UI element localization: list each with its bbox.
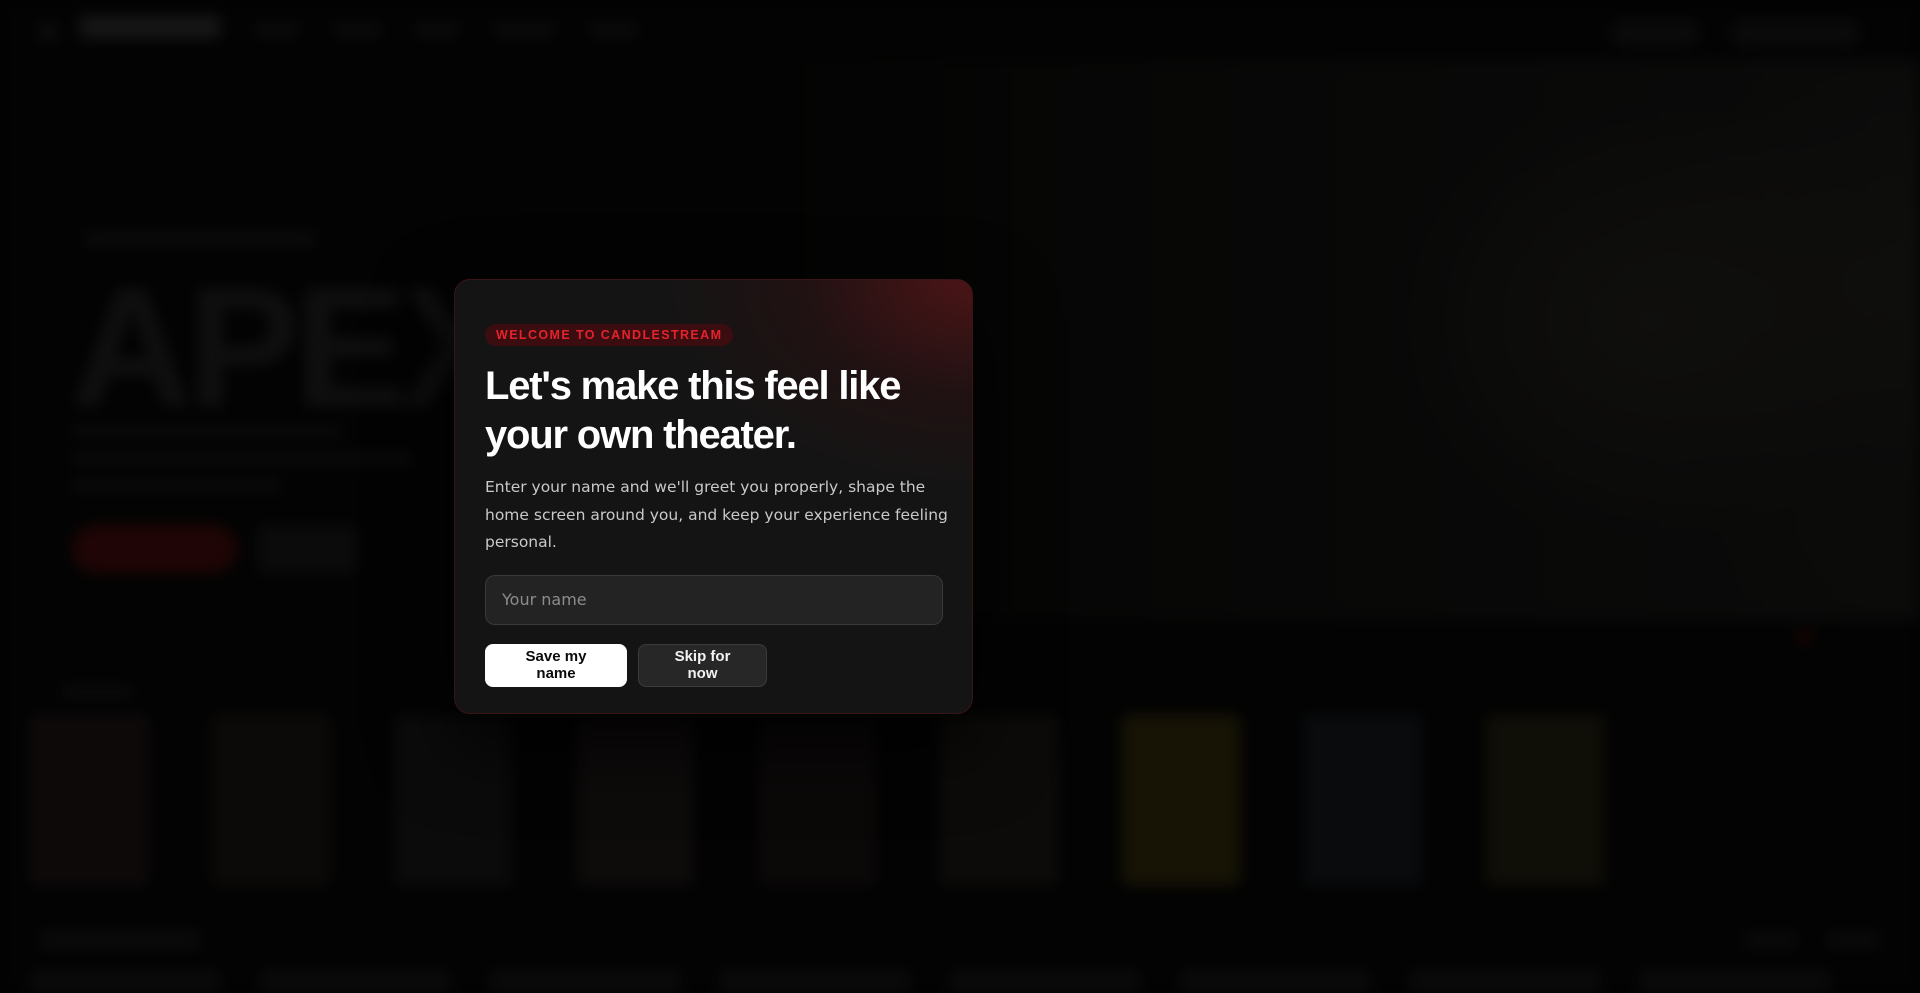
name-input[interactable] [485,574,943,625]
modal-description: Enter your name and we'll greet you prop… [485,478,948,551]
skip-button[interactable]: Skip for now [638,643,767,687]
welcome-modal: WELCOME TO CANDLESTREAM Let's make this … [454,279,973,714]
modal-title: Let's make this feel like your own theat… [485,364,901,457]
modal-actions: Save my name Skip for now [485,643,942,687]
welcome-badge: WELCOME TO CANDLESTREAM [485,324,734,346]
save-name-button[interactable]: Save my name [485,643,627,687]
